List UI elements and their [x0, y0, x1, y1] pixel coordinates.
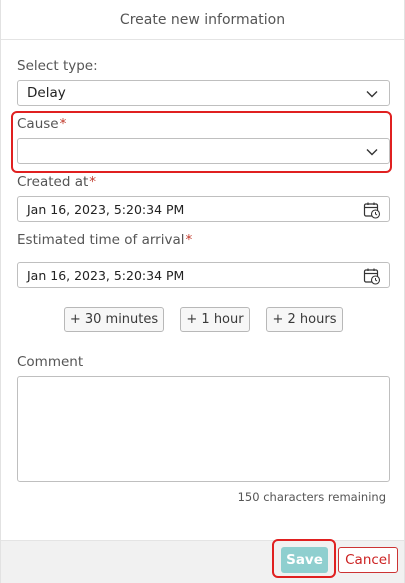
comment-label: Comment [17, 354, 83, 370]
required-marker: * [89, 174, 97, 190]
eta-label: Estimated time of arrival* [17, 232, 192, 248]
required-marker: * [185, 232, 193, 248]
characters-remaining: 150 characters remaining [237, 490, 386, 504]
created-at-label: Created at* [17, 174, 96, 190]
type-select-value: Delay [27, 85, 66, 101]
comment-label-text: Comment [17, 354, 84, 370]
eta-label-text: Estimated time of arrival [17, 232, 185, 248]
dialog-header: Create new information [1, 0, 404, 40]
type-select[interactable]: Delay [17, 80, 390, 106]
cause-label: Cause* [17, 116, 66, 132]
add-30-minutes-button[interactable]: + 30 minutes [64, 307, 164, 332]
dialog-title: Create new information [119, 11, 286, 28]
type-label: Select type: [17, 58, 98, 74]
created-at-label-text: Created at [17, 174, 89, 190]
chevron-down-icon [366, 91, 378, 98]
calendar-clock-icon[interactable] [363, 201, 381, 219]
comment-textarea[interactable] [17, 376, 390, 482]
type-label-text: Select type: [17, 58, 98, 74]
calendar-clock-icon[interactable] [363, 267, 381, 285]
cancel-button[interactable]: Cancel [338, 547, 398, 573]
eta-value: Jan 16, 2023, 5:20:34 PM [27, 268, 185, 283]
created-at-input[interactable]: Jan 16, 2023, 5:20:34 PM [17, 196, 390, 222]
add-1-hour-button[interactable]: + 1 hour [180, 307, 250, 332]
eta-input[interactable]: Jan 16, 2023, 5:20:34 PM [17, 262, 390, 288]
required-marker: * [59, 116, 67, 132]
chevron-down-icon [366, 149, 378, 156]
create-information-dialog: Create new information Select type: Dela… [0, 0, 405, 583]
save-button[interactable]: Save [281, 547, 328, 573]
cause-select[interactable] [17, 138, 390, 164]
created-at-value: Jan 16, 2023, 5:20:34 PM [27, 202, 185, 217]
cause-label-text: Cause [17, 116, 59, 132]
add-2-hours-button[interactable]: + 2 hours [266, 307, 343, 332]
